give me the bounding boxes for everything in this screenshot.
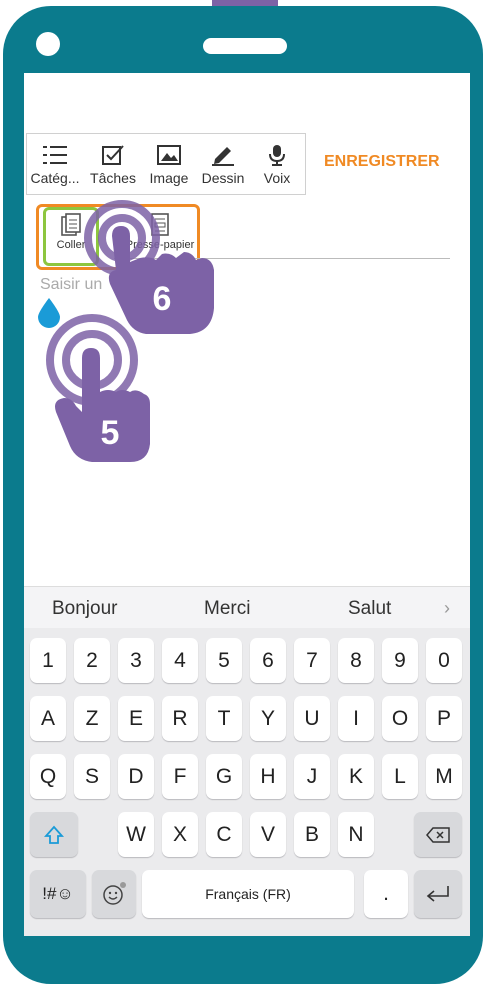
key-2[interactable]: 2 [74, 638, 110, 683]
backspace-icon [426, 826, 450, 843]
image-icon [157, 145, 181, 165]
toolbar-item-image[interactable]: Image [143, 134, 195, 194]
toolbar-item-drawing[interactable]: Dessin [195, 134, 251, 194]
key-n[interactable]: N [338, 812, 374, 857]
key-s[interactable]: S [74, 754, 110, 799]
key-i[interactable]: I [338, 696, 374, 741]
suggestion-1[interactable]: Bonjour [52, 598, 118, 620]
key-j[interactable]: J [294, 754, 330, 799]
toolbar-label-categories: Catég... [30, 170, 80, 186]
key-f[interactable]: F [162, 754, 198, 799]
key-o[interactable]: O [382, 696, 418, 741]
key-p[interactable]: P [426, 696, 462, 741]
toolbar-label-drawing: Dessin [201, 170, 245, 186]
key-v[interactable]: V [250, 812, 286, 857]
key-y[interactable]: Y [250, 696, 286, 741]
enter-icon [426, 886, 449, 902]
key-7[interactable]: 7 [294, 638, 330, 683]
key-r[interactable]: R [162, 696, 198, 741]
key-d[interactable]: D [118, 754, 154, 799]
key-4[interactable]: 4 [162, 638, 198, 683]
toolbar-label-tasks: Tâches [90, 170, 136, 186]
key-x[interactable]: X [162, 812, 198, 857]
key-k[interactable]: K [338, 754, 374, 799]
space-bar[interactable]: Français (FR) [142, 870, 354, 918]
toolbar-label-voice: Voix [263, 170, 291, 186]
backspace-key[interactable] [414, 812, 462, 857]
camera-dot [36, 32, 60, 56]
tap-hand-5-icon: 5 [46, 314, 150, 462]
checkbox-icon [102, 145, 124, 165]
enter-key[interactable] [414, 870, 462, 918]
list-icon [43, 146, 67, 164]
key-t[interactable]: T [206, 696, 242, 741]
key-3[interactable]: 3 [118, 638, 154, 683]
key-0[interactable]: 0 [426, 638, 462, 683]
speaker-slot [203, 38, 287, 54]
toolbar-item-voice[interactable]: Voix [251, 134, 303, 194]
toolbar-label-image: Image [149, 170, 189, 186]
chevron-right-icon[interactable]: › [444, 598, 450, 619]
key-e[interactable]: E [118, 696, 154, 741]
key-z[interactable]: Z [74, 696, 110, 741]
symbols-key[interactable]: !#☺ [30, 870, 86, 918]
key-a[interactable]: A [30, 696, 66, 741]
note-toolbar: Catég... Tâches Image Dessin Voix [26, 133, 306, 195]
key-c[interactable]: C [206, 812, 242, 857]
period-key[interactable]: . [364, 870, 408, 918]
shift-key[interactable] [30, 812, 78, 857]
key-1[interactable]: 1 [30, 638, 66, 683]
key-u[interactable]: U [294, 696, 330, 741]
emoji-icon [103, 882, 126, 905]
key-9[interactable]: 9 [382, 638, 418, 683]
clipboard-icon [61, 213, 81, 236]
key-8[interactable]: 8 [338, 638, 374, 683]
key-h[interactable]: H [250, 754, 286, 799]
shift-arrow-icon [44, 825, 64, 844]
toolbar-item-tasks[interactable]: Tâches [83, 134, 143, 194]
key-m[interactable]: M [426, 754, 462, 799]
key-l[interactable]: L [382, 754, 418, 799]
suggestion-bar: Bonjour Merci Salut › [24, 586, 470, 629]
toolbar-item-categories[interactable]: Catég... [27, 134, 83, 194]
key-6[interactable]: 6 [250, 638, 286, 683]
save-button[interactable]: ENREGISTRER [324, 153, 440, 171]
keyboard: 1 2 3 4 5 6 7 8 9 0 A Z E R T Y U I O P … [24, 628, 470, 936]
suggestion-2[interactable]: Merci [204, 598, 250, 620]
microphone-icon [269, 145, 285, 166]
key-g[interactable]: G [206, 754, 242, 799]
emoji-key[interactable] [92, 870, 136, 918]
key-b[interactable]: B [294, 812, 330, 857]
suggestion-3[interactable]: Salut [348, 598, 391, 620]
step-number-5: 5 [101, 414, 120, 452]
key-q[interactable]: Q [30, 754, 66, 799]
key-w[interactable]: W [118, 812, 154, 857]
pen-icon [212, 147, 234, 166]
key-5[interactable]: 5 [206, 638, 242, 683]
